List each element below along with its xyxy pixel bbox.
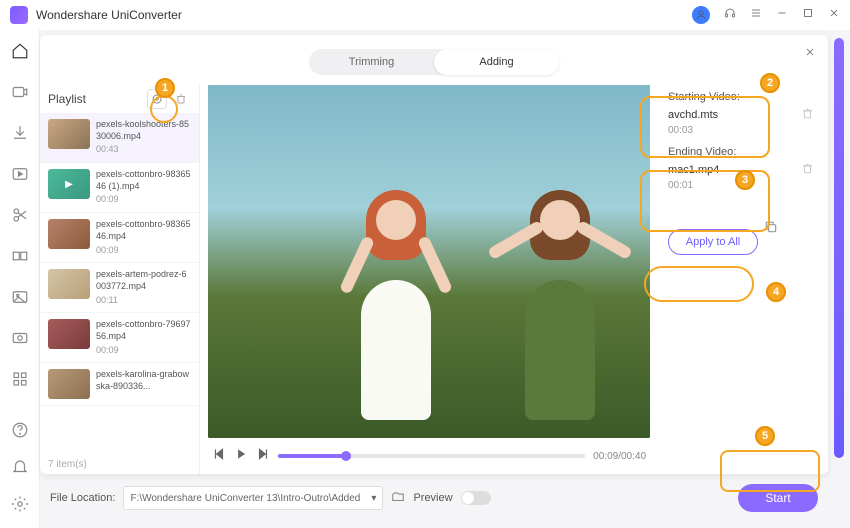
app-title: Wondershare UniConverter [36, 8, 692, 22]
video-preview[interactable] [208, 85, 650, 438]
ending-video-file: mac1.mp4 [668, 164, 801, 176]
callout-3: 3 [735, 170, 755, 190]
editor-panel: Trimming Adding Playlist pexels-koolshoo… [40, 35, 828, 474]
playlist-item[interactable]: pexels-karolina-grabowska-890336... [40, 363, 199, 406]
minimize-button[interactable] [776, 6, 788, 24]
time-display: 00:09/00:40 [593, 451, 646, 462]
app-logo [10, 6, 28, 24]
copy-icon[interactable] [764, 220, 778, 237]
user-avatar[interactable] [692, 6, 710, 24]
start-button[interactable]: Start [738, 484, 818, 512]
callout-1: 1 [155, 78, 175, 98]
gear-icon[interactable] [11, 495, 29, 518]
playlist-item[interactable]: pexels-cottonbro-9836546.mp400:09 [40, 213, 199, 263]
playlist-count: 7 item(s) [40, 455, 199, 474]
progress-bar[interactable] [278, 454, 585, 458]
panel-close-button[interactable] [804, 45, 816, 63]
file-location-label: File Location: [50, 492, 115, 504]
starting-video-label: Starting Video: [668, 91, 814, 103]
merge-icon[interactable] [11, 247, 29, 270]
delete-ending-button[interactable] [801, 162, 814, 178]
video-icon[interactable] [11, 83, 29, 106]
playlist-title: Playlist [48, 92, 86, 106]
ending-video-duration: 00:01 [668, 180, 693, 191]
starting-video-file: avchd.mts [668, 109, 801, 121]
playlist-item[interactable]: pexels-artem-podrez-6003772.mp400:11 [40, 263, 199, 313]
menu-icon[interactable] [750, 6, 762, 24]
playlist-item[interactable]: pexels-koolshooters-8530006.mp400:43 [40, 113, 199, 163]
next-button[interactable] [256, 447, 270, 466]
home-icon[interactable] [11, 42, 29, 65]
close-button[interactable] [828, 6, 840, 24]
scissors-icon[interactable] [11, 206, 29, 229]
delete-starting-button[interactable] [801, 107, 814, 123]
ending-video-label: Ending Video: [668, 146, 814, 158]
apps-icon[interactable] [11, 370, 29, 393]
player-icon[interactable] [11, 165, 29, 188]
file-location-input[interactable]: F:\Wondershare UniConverter 13\Intro-Out… [123, 486, 383, 510]
accent-bar [834, 38, 844, 458]
chevron-down-icon: ▾ [371, 493, 376, 504]
callout-5: 5 [755, 426, 775, 446]
play-button[interactable] [234, 447, 248, 466]
help-icon[interactable] [11, 421, 29, 444]
open-folder-button[interactable] [391, 490, 405, 507]
callout-4: 4 [766, 282, 786, 302]
bell-icon[interactable] [11, 458, 29, 481]
playlist-item[interactable]: pexels-cottonbro-7969756.mp400:09 [40, 313, 199, 363]
mode-tabs: Trimming Adding [309, 49, 559, 75]
apply-to-all-button[interactable]: Apply to All [668, 229, 758, 255]
starting-video-duration: 00:03 [668, 125, 693, 136]
preview-toggle[interactable] [461, 491, 491, 505]
maximize-button[interactable] [802, 6, 814, 24]
headset-icon[interactable] [724, 6, 736, 24]
tab-trimming[interactable]: Trimming [309, 49, 434, 75]
left-rail [0, 30, 40, 528]
prev-button[interactable] [212, 447, 226, 466]
playlist-item[interactable]: pexels-cottonbro-9836546 (1).mp400:09 [40, 163, 199, 213]
download-icon[interactable] [11, 124, 29, 147]
tab-adding[interactable]: Adding [434, 49, 559, 75]
preview-label: Preview [413, 492, 452, 504]
callout-2: 2 [760, 73, 780, 93]
record-icon[interactable] [11, 329, 29, 352]
image-icon[interactable] [11, 288, 29, 311]
